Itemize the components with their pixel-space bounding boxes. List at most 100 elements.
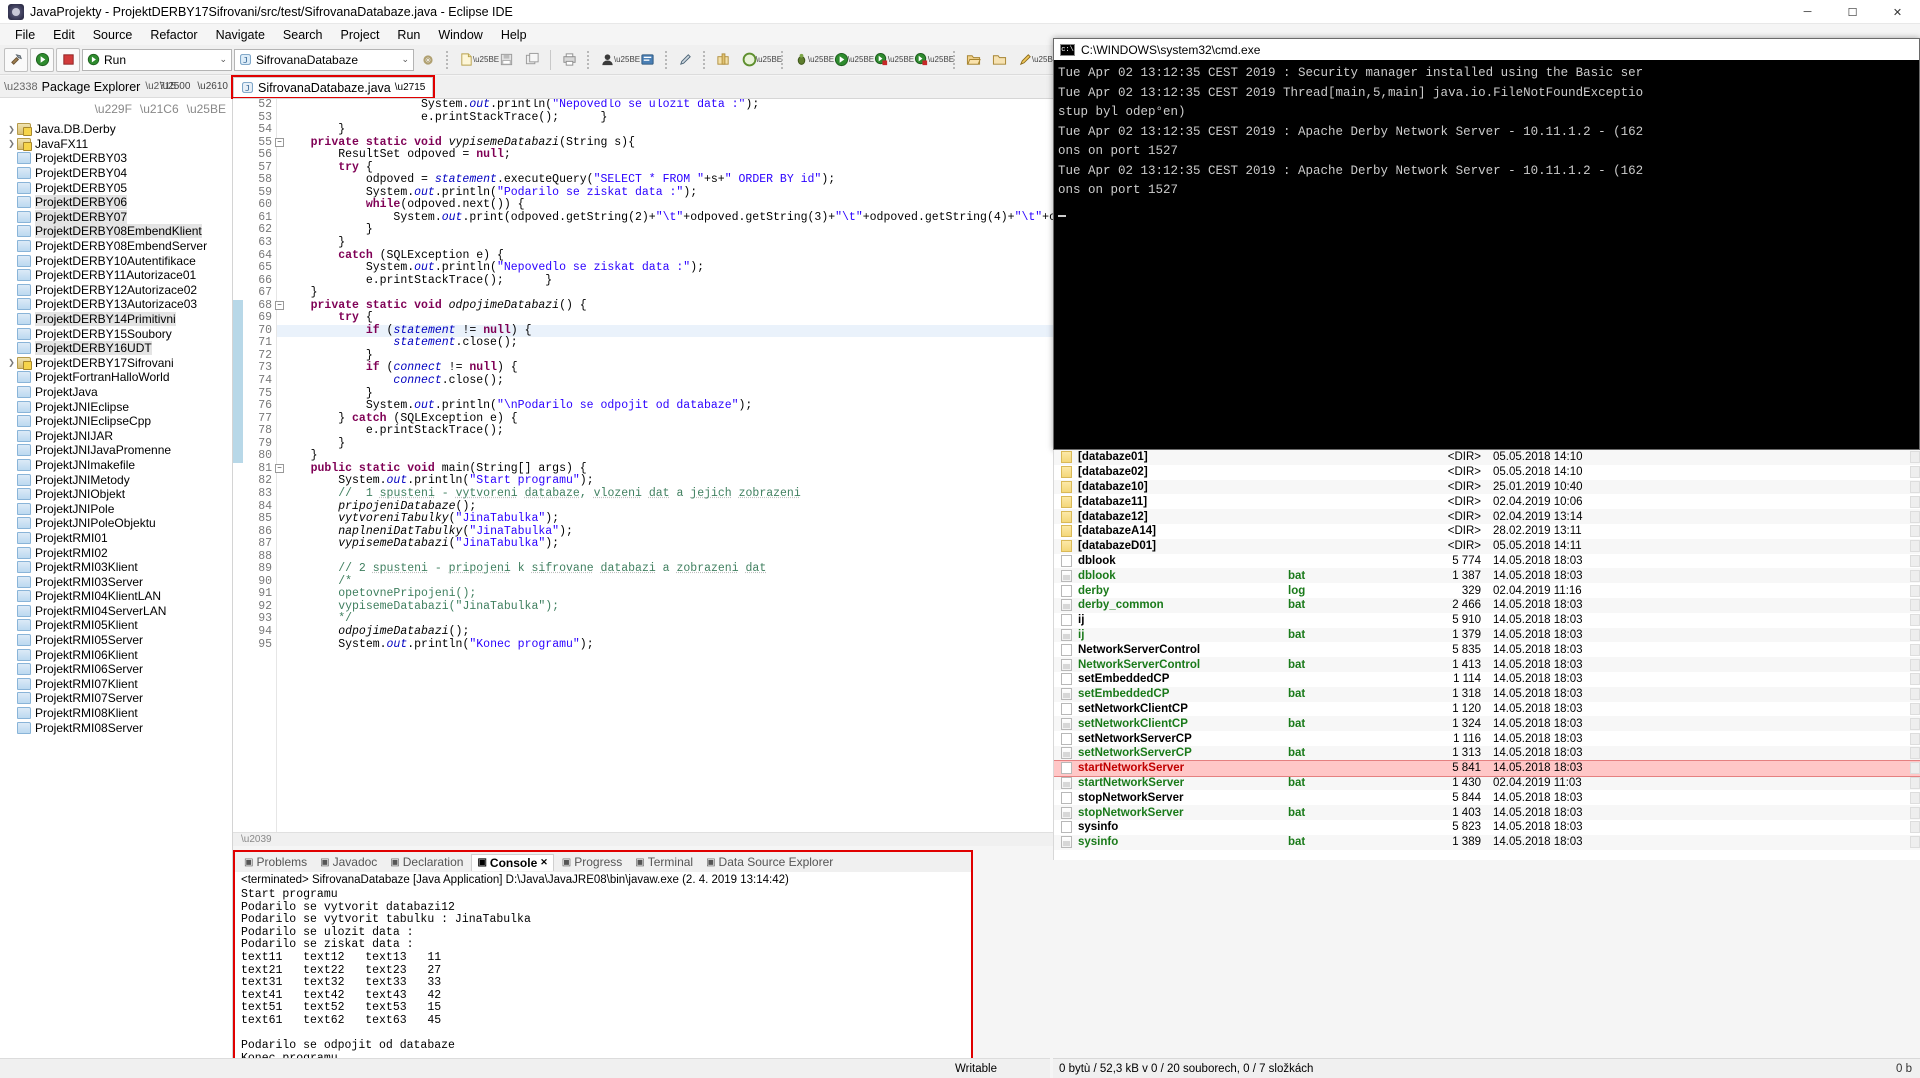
- package-explorer-item[interactable]: ProjektRMI06Klient: [0, 647, 232, 662]
- scrollbar-cell[interactable]: [1910, 466, 1920, 478]
- file-list-row[interactable]: dblookbat1 38714.05.2018 18:03: [1054, 568, 1920, 583]
- scrollbar-cell[interactable]: [1910, 525, 1920, 537]
- file-list-row[interactable]: startNetworkServerbat1 43002.04.2019 11:…: [1054, 776, 1920, 791]
- scrollbar-cell[interactable]: [1910, 777, 1920, 789]
- scrollbar-cell[interactable]: [1910, 807, 1920, 819]
- open-type-icon[interactable]: [635, 48, 659, 72]
- build-hammer-icon[interactable]: [4, 48, 28, 72]
- package-explorer-item[interactable]: ❯Java.DB.Derby: [0, 122, 232, 137]
- file-list-row[interactable]: setEmbeddedCP1 11414.05.2018 18:03: [1054, 672, 1920, 687]
- editor-tab-close-icon[interactable]: \u2715: [395, 82, 426, 93]
- view-menu-icon[interactable]: \u25BE: [187, 102, 226, 116]
- menu-item-refactor[interactable]: Refactor: [141, 26, 206, 44]
- scrollbar-cell[interactable]: [1910, 836, 1920, 848]
- file-list-row[interactable]: [databaze10]<DIR>25.01.2019 10:40: [1054, 480, 1920, 495]
- menu-item-project[interactable]: Project: [332, 26, 389, 44]
- package-explorer-item[interactable]: ProjektRMI04ServerLAN: [0, 604, 232, 619]
- run-icon[interactable]: [30, 48, 54, 72]
- menu-item-source[interactable]: Source: [84, 26, 142, 44]
- coverage-dropdown-icon[interactable]: \u25BE: [763, 48, 775, 72]
- file-list-row[interactable]: setNetworkClientCPbat1 32414.05.2018 18:…: [1054, 716, 1920, 731]
- save-all-icon[interactable]: [520, 48, 544, 72]
- scrollbar-cell[interactable]: [1910, 659, 1920, 671]
- file-list-row[interactable]: setNetworkServerCP1 11614.05.2018 18:03: [1054, 731, 1920, 746]
- package-explorer-item[interactable]: ProjektRMI05Server: [0, 633, 232, 648]
- package-explorer-item[interactable]: ProjektJNIPoleObjektu: [0, 516, 232, 531]
- open-folder-icon[interactable]: [961, 48, 985, 72]
- file-list-row[interactable]: NetworkServerControl5 83514.05.2018 18:0…: [1054, 642, 1920, 657]
- package-explorer-item[interactable]: ProjektDERBY14Primitivni: [0, 312, 232, 327]
- file-list-row[interactable]: sysinfo5 82314.05.2018 18:03: [1054, 820, 1920, 835]
- menu-item-help[interactable]: Help: [492, 26, 536, 44]
- close-icon[interactable]: ✕: [540, 857, 548, 868]
- package-explorer-item[interactable]: ProjektDERBY15Soubory: [0, 326, 232, 341]
- file-list-row[interactable]: sysinfobat1 38914.05.2018 18:03: [1054, 835, 1920, 850]
- package-explorer-item[interactable]: ProjektRMI07Server: [0, 691, 232, 706]
- console-tab-console[interactable]: ▣Console✕: [471, 854, 553, 871]
- menu-item-navigate[interactable]: Navigate: [207, 26, 274, 44]
- console-tab-progress[interactable]: ▣Progress: [557, 854, 627, 870]
- file-list-row[interactable]: NetworkServerControlbat1 41314.05.2018 1…: [1054, 657, 1920, 672]
- package-explorer-item[interactable]: ProjektRMI05Klient: [0, 618, 232, 633]
- scrollbar-cell[interactable]: [1910, 703, 1920, 715]
- link-with-editor-icon[interactable]: \u21C6: [140, 102, 179, 116]
- open-folder-2-icon[interactable]: [987, 48, 1011, 72]
- file-list-row[interactable]: derby_commonbat2 46614.05.2018 18:03: [1054, 598, 1920, 613]
- run-configuration-combo[interactable]: Run ⌄: [82, 49, 232, 71]
- package-explorer-item[interactable]: ProjektDERBY08EmbendKlient: [0, 224, 232, 239]
- scrollbar-cell[interactable]: [1910, 688, 1920, 700]
- scrollbar-cell[interactable]: [1910, 585, 1920, 597]
- package-explorer-item[interactable]: ProjektDERBY04: [0, 166, 232, 181]
- console-tab-javadoc[interactable]: ▣Javadoc: [315, 854, 382, 870]
- scrollbar-cell[interactable]: [1910, 511, 1920, 523]
- file-list-row[interactable]: setNetworkServerCPbat1 31314.05.2018 18:…: [1054, 746, 1920, 761]
- package-explorer-item[interactable]: ProjektDERBY10Autentifikace: [0, 253, 232, 268]
- package-explorer-item[interactable]: ProjektJNIEclipseCpp: [0, 414, 232, 429]
- package-explorer-item[interactable]: ProjektDERBY13Autorizace03: [0, 297, 232, 312]
- gear-icon[interactable]: [416, 48, 440, 72]
- minimize-view-icon[interactable]: \u2500: [160, 81, 191, 92]
- scrollbar-cell[interactable]: [1910, 718, 1920, 730]
- pencil-icon[interactable]: [673, 48, 697, 72]
- package-explorer-item[interactable]: ProjektRMI03Server: [0, 574, 232, 589]
- run-main-dropdown-icon[interactable]: \u25BE: [855, 48, 867, 72]
- scrollbar-cell[interactable]: [1910, 481, 1920, 493]
- file-list-row[interactable]: [databaze02]<DIR>05.05.2018 14:10: [1054, 465, 1920, 480]
- package-explorer-item[interactable]: ProjektRMI08Klient: [0, 706, 232, 721]
- maximize-view-icon[interactable]: \u2610: [197, 81, 228, 92]
- file-list-row[interactable]: startNetworkServer5 84114.05.2018 18:03: [1054, 761, 1920, 776]
- scrollbar-cell[interactable]: [1910, 821, 1920, 833]
- package-explorer-item[interactable]: ProjektDERBY11Autorizace01: [0, 268, 232, 283]
- package-explorer-item[interactable]: ProjektDERBY12Autorizace02: [0, 283, 232, 298]
- close-button[interactable]: ✕: [1875, 0, 1920, 24]
- package-explorer-tree[interactable]: ❯Java.DB.Derby❯JavaFX11ProjektDERBY03Pro…: [0, 120, 232, 1078]
- menu-item-search[interactable]: Search: [274, 26, 332, 44]
- menu-item-file[interactable]: File: [6, 26, 44, 44]
- print-icon[interactable]: [557, 48, 581, 72]
- person-dropdown-icon[interactable]: \u25BE: [621, 48, 633, 72]
- scrollbar-cell[interactable]: [1910, 644, 1920, 656]
- cmd-output[interactable]: Tue Apr 02 13:12:35 CEST 2019 : Security…: [1054, 60, 1919, 220]
- console-tab-declaration[interactable]: ▣Declaration: [385, 854, 468, 870]
- package-explorer-item[interactable]: ProjektJNIObjekt: [0, 487, 232, 502]
- chevron-down-icon-2[interactable]: ⌄: [401, 54, 409, 65]
- menu-item-run[interactable]: Run: [388, 26, 429, 44]
- file-list-row[interactable]: dblook5 77414.05.2018 18:03: [1054, 554, 1920, 569]
- minimize-button[interactable]: ─: [1785, 0, 1830, 24]
- package-explorer-item[interactable]: ProjektJNIJavaPromenne: [0, 443, 232, 458]
- file-list-row[interactable]: ijbat1 37914.05.2018 18:03: [1054, 628, 1920, 643]
- package-explorer-item[interactable]: ProjektJava: [0, 385, 232, 400]
- file-list-row[interactable]: setNetworkClientCP1 12014.05.2018 18:03: [1054, 702, 1920, 717]
- scrollbar-cell[interactable]: [1910, 673, 1920, 685]
- file-list-row[interactable]: derbylog32902.04.2019 11:16: [1054, 583, 1920, 598]
- package-explorer-item[interactable]: ProjektDERBY08EmbendServer: [0, 239, 232, 254]
- new-package-icon[interactable]: [711, 48, 735, 72]
- package-explorer-tab[interactable]: \u2338 Package Explorer \u2715 \u2500 \u…: [0, 76, 232, 98]
- scrollbar-cell[interactable]: [1910, 614, 1920, 626]
- collapse-all-icon[interactable]: \u229F: [95, 102, 132, 116]
- package-explorer-item[interactable]: ProjektRMI01: [0, 531, 232, 546]
- scrollbar-cell[interactable]: [1910, 792, 1920, 804]
- console-tab-problems[interactable]: ▣Problems: [239, 854, 312, 870]
- scrollbar-cell[interactable]: [1910, 540, 1920, 552]
- package-explorer-item[interactable]: ProjektRMI02: [0, 545, 232, 560]
